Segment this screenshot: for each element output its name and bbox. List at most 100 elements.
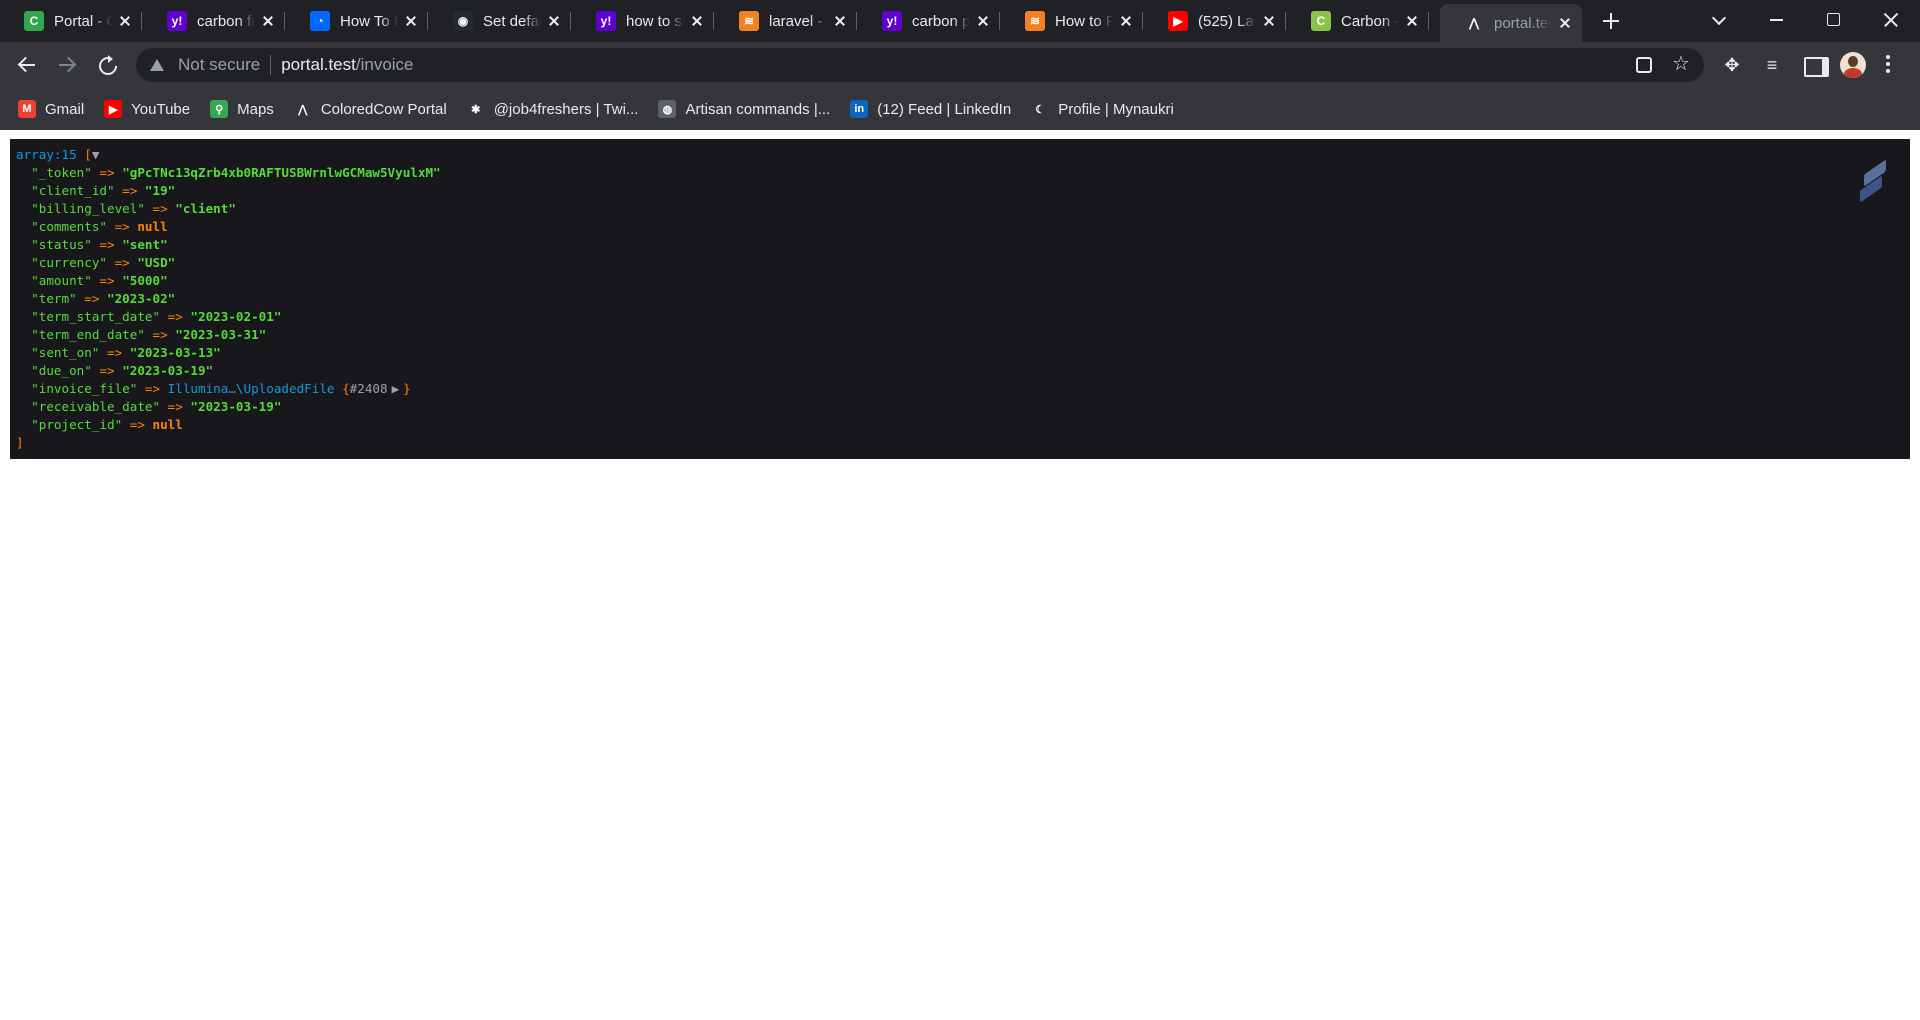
dump-arrow: => bbox=[160, 399, 191, 414]
dump-key: "term_end_date" bbox=[31, 327, 145, 342]
dump-entry-row: "invoice_file" => Illumina…\UploadedFile… bbox=[16, 380, 1904, 398]
browser-tab[interactable]: ▶ (525) Laravel bbox=[1144, 4, 1286, 38]
dump-arrow: => bbox=[107, 255, 138, 270]
browser-tab[interactable]: ≋ laravel - Carbon bbox=[715, 4, 857, 38]
tab-separator bbox=[284, 12, 285, 30]
dump-expand-toggle-icon[interactable]: ▶ bbox=[388, 381, 404, 396]
bookmark-label: Gmail bbox=[45, 100, 85, 118]
tab-close-icon[interactable] bbox=[1260, 12, 1278, 30]
bookmark-label: ColoredCow Portal bbox=[320, 100, 447, 118]
tab-separator bbox=[1285, 12, 1286, 30]
dump-arrow: => bbox=[91, 273, 123, 288]
tab-favicon-icon: C bbox=[24, 11, 44, 31]
dump-value: "sent" bbox=[122, 237, 168, 252]
bookmark-item[interactable]: ⋀ ColoredCow Portal bbox=[293, 100, 447, 118]
close-window-button[interactable] bbox=[1878, 8, 1904, 32]
tab-close-icon[interactable] bbox=[974, 12, 992, 30]
tab-close-icon[interactable] bbox=[545, 12, 563, 30]
dump-entry-row: "_token" => "gPcTNc13qZrb4xb0RAFTUSBWrnl… bbox=[16, 164, 1904, 182]
bookmark-item[interactable]: ▶ YouTube bbox=[104, 100, 190, 118]
browser-tab[interactable]: ◉ Set default bbox=[429, 4, 571, 38]
browser-tab[interactable]: C Portal - ColoredCow bbox=[0, 4, 142, 38]
dump-entry-row: "term_end_date" => "2023-03-31" bbox=[16, 326, 1904, 344]
bookmark-label: Maps bbox=[237, 100, 274, 118]
tab-close-icon[interactable] bbox=[116, 12, 134, 30]
bookmark-item[interactable]: ◍ Artisan commands |... bbox=[658, 100, 830, 118]
forward-button[interactable] bbox=[53, 51, 81, 79]
address-bar[interactable]: Not secure portal.test/invoice ☆ bbox=[136, 48, 1704, 82]
url-host[interactable]: portal.test bbox=[281, 55, 356, 75]
tab-close-icon[interactable] bbox=[402, 12, 420, 30]
back-button[interactable] bbox=[13, 51, 41, 79]
tab-separator bbox=[427, 12, 428, 30]
warning-icon[interactable] bbox=[150, 59, 164, 71]
url-path[interactable]: /invoice bbox=[356, 55, 414, 75]
dump-key: "comments" bbox=[31, 219, 107, 234]
bookmark-item[interactable]: in (12) Feed | LinkedIn bbox=[850, 100, 1011, 118]
browser-tab[interactable]: y! carbon function bbox=[143, 4, 285, 38]
tab-favicon-icon: ◔ bbox=[310, 11, 330, 31]
tab-title: (525) Laravel bbox=[1198, 12, 1256, 30]
dump-arrow: => bbox=[91, 363, 123, 378]
bookmark-item[interactable]: ☾ Profile | Mynaukri bbox=[1031, 100, 1174, 118]
bookmark-item[interactable]: M Gmail bbox=[18, 100, 84, 118]
tab-close-icon[interactable] bbox=[831, 12, 849, 30]
dump-object-brace: } bbox=[403, 381, 411, 396]
dump-key: "due_on" bbox=[31, 363, 92, 378]
security-label[interactable]: Not secure bbox=[178, 55, 260, 75]
browser-tab[interactable]: ◔ How To Make bbox=[286, 4, 428, 38]
extensions-puzzle-icon[interactable]: ✥ bbox=[1720, 53, 1744, 77]
media-control-icon[interactable]: ≡ bbox=[1760, 53, 1784, 77]
menu-kebab-icon[interactable] bbox=[1886, 55, 1890, 75]
dump-arrow: => bbox=[91, 237, 123, 252]
side-panel-icon[interactable] bbox=[1800, 53, 1829, 77]
restore-button[interactable] bbox=[1820, 8, 1846, 32]
tab-close-icon[interactable] bbox=[688, 12, 706, 30]
bookmark-favicon-icon: ⚲ bbox=[210, 100, 229, 118]
bookmark-favicon-icon: ◍ bbox=[658, 100, 677, 118]
dump-value: "2023-02" bbox=[107, 291, 176, 306]
floating-extension-logo-icon[interactable] bbox=[1858, 165, 1890, 201]
dump-entry-row: "billing_level" => "client" bbox=[16, 200, 1904, 218]
tab-close-icon[interactable] bbox=[259, 12, 277, 30]
dump-key: "invoice_file" bbox=[31, 381, 138, 396]
bookmark-favicon-icon: ✱ bbox=[466, 100, 485, 118]
bookmark-item[interactable]: ⚲ Maps bbox=[210, 100, 274, 118]
tab-separator bbox=[856, 12, 857, 30]
bookmark-item[interactable]: ✱ @job4freshers | Twi... bbox=[466, 100, 638, 118]
minimize-button[interactable] bbox=[1764, 8, 1790, 32]
browser-tab[interactable]: ⋀ portal.test/invoice bbox=[1440, 4, 1582, 42]
dump-arrow: => bbox=[99, 345, 130, 360]
reload-button[interactable] bbox=[93, 51, 121, 79]
dump-entry-row: "status" => "sent" bbox=[16, 236, 1904, 254]
dump-value: "19" bbox=[144, 183, 176, 198]
dump-entry-row: "term_start_date" => "2023-02-01" bbox=[16, 308, 1904, 326]
browser-tab[interactable]: y! carbon parse bbox=[858, 4, 1000, 38]
tab-title: How to Format bbox=[1055, 12, 1113, 30]
dump-value: "2023-03-31" bbox=[175, 327, 267, 342]
tab-close-icon[interactable] bbox=[1117, 12, 1135, 30]
address-separator bbox=[270, 55, 272, 75]
browser-tab[interactable]: y! how to set bbox=[572, 4, 714, 38]
dump-toggle-icon[interactable]: ▼ bbox=[92, 147, 100, 162]
tab-favicon-icon: C bbox=[1311, 11, 1331, 31]
dump-value: null bbox=[152, 417, 183, 432]
browser-tab[interactable]: ≋ How to Format bbox=[1001, 4, 1143, 38]
tab-search-chevron-icon[interactable] bbox=[1706, 8, 1732, 32]
tab-close-icon[interactable] bbox=[1556, 14, 1574, 32]
tab-title: portal.test/invoice bbox=[1494, 14, 1552, 32]
dump-entry-row: "receivable_date" => "2023-03-19" bbox=[16, 398, 1904, 416]
share-icon[interactable] bbox=[1636, 57, 1652, 73]
dump-arrow: => bbox=[107, 219, 138, 234]
dump-entry-row: "term" => "2023-02" bbox=[16, 290, 1904, 308]
profile-avatar[interactable] bbox=[1840, 52, 1866, 78]
bookmark-star-icon[interactable]: ☆ bbox=[1672, 54, 1692, 74]
dump-arrow: => bbox=[144, 201, 176, 216]
tab-separator bbox=[999, 12, 1000, 30]
bookmark-label: YouTube bbox=[131, 100, 191, 118]
tab-close-icon[interactable] bbox=[1403, 12, 1421, 30]
browser-tab[interactable]: C Carbon - A simple bbox=[1287, 4, 1429, 38]
new-tab-button[interactable] bbox=[1598, 8, 1624, 34]
dump-entry-row: "sent_on" => "2023-03-13" bbox=[16, 344, 1904, 362]
dump-entry-row: "project_id" => null bbox=[16, 416, 1904, 434]
